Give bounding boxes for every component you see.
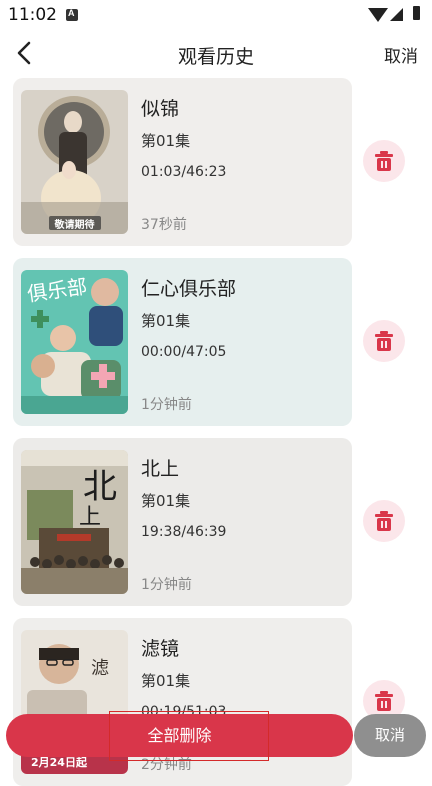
show-title: 北上 [141, 458, 180, 480]
trash-icon [375, 511, 393, 531]
svg-text:上: 上 [79, 505, 101, 530]
watched-time: 37秒前 [141, 217, 187, 233]
delete-item-button[interactable] [363, 500, 405, 542]
watched-time: 1分钟前 [141, 577, 192, 593]
episode-label: 第01集 [141, 672, 191, 690]
show-title: 仁心俱乐部 [141, 278, 237, 300]
episode-label: 第01集 [141, 132, 191, 150]
svg-text:滤: 滤 [91, 658, 109, 679]
watch-progress: 00:00/47:05 [141, 344, 227, 360]
status-time: 11:02 [8, 5, 57, 25]
battery-icon [413, 6, 420, 20]
poster-image: 俱乐部 [21, 270, 128, 414]
delete-item-button[interactable] [363, 140, 405, 182]
history-card[interactable]: 俱乐部 仁心俱乐部 第01集 00:00/47:05 1分钟前 [13, 258, 352, 426]
delete-item-button[interactable] [363, 320, 405, 362]
poster-badge: 敬请期待 [54, 220, 95, 231]
watch-progress: 19:38/46:39 [141, 524, 227, 540]
history-card[interactable]: 北 上 北上 第01集 19:38/46:39 1分钟前 [13, 438, 352, 606]
show-title: 滤镜 [141, 638, 180, 660]
show-title: 似锦 [141, 98, 180, 120]
status-bar: 11:02 [0, 0, 432, 30]
episode-label: 第01集 [141, 312, 191, 330]
bottom-cancel-button[interactable]: 取消 [354, 714, 426, 757]
notification-a-icon [66, 8, 78, 21]
nav-bar: 观看历史 取消 [0, 30, 432, 76]
trash-icon [375, 331, 393, 351]
poster-image: 敬请期待 [21, 90, 128, 234]
trash-icon [375, 151, 393, 171]
watched-time: 1分钟前 [141, 397, 192, 413]
header-cancel-button[interactable]: 取消 [384, 42, 418, 67]
bottom-action-bar: 全部删除 取消 [0, 702, 432, 769]
history-card[interactable]: 敬请期待 似锦 第01集 01:03/46:23 37秒前 [13, 78, 352, 246]
cell-signal-icon [390, 8, 403, 21]
selection-highlight-box [109, 711, 269, 761]
svg-text:北: 北 [83, 467, 117, 507]
watch-progress: 01:03/46:23 [141, 164, 227, 180]
poster-image: 北 上 [21, 450, 128, 594]
page-title: 观看历史 [177, 46, 254, 68]
episode-label: 第01集 [141, 492, 191, 510]
wifi-icon [368, 8, 388, 22]
